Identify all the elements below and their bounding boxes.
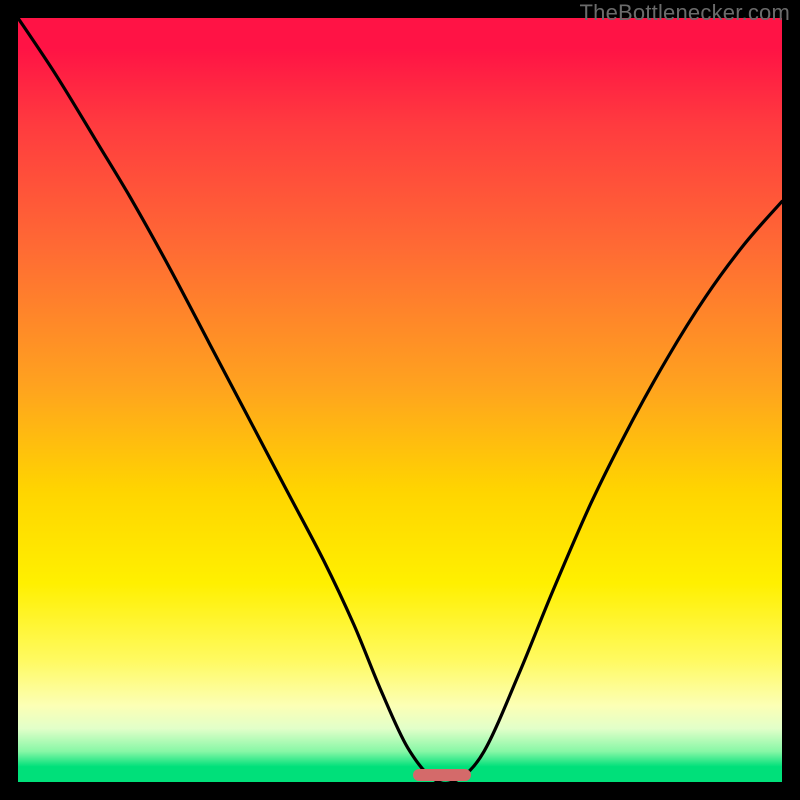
bottleneck-curve (18, 18, 782, 782)
chart-frame: TheBottlenecker.com (0, 0, 800, 800)
watermark-text: TheBottlenecker.com (580, 0, 790, 26)
plot-area (18, 18, 782, 782)
optimum-marker (413, 769, 470, 781)
